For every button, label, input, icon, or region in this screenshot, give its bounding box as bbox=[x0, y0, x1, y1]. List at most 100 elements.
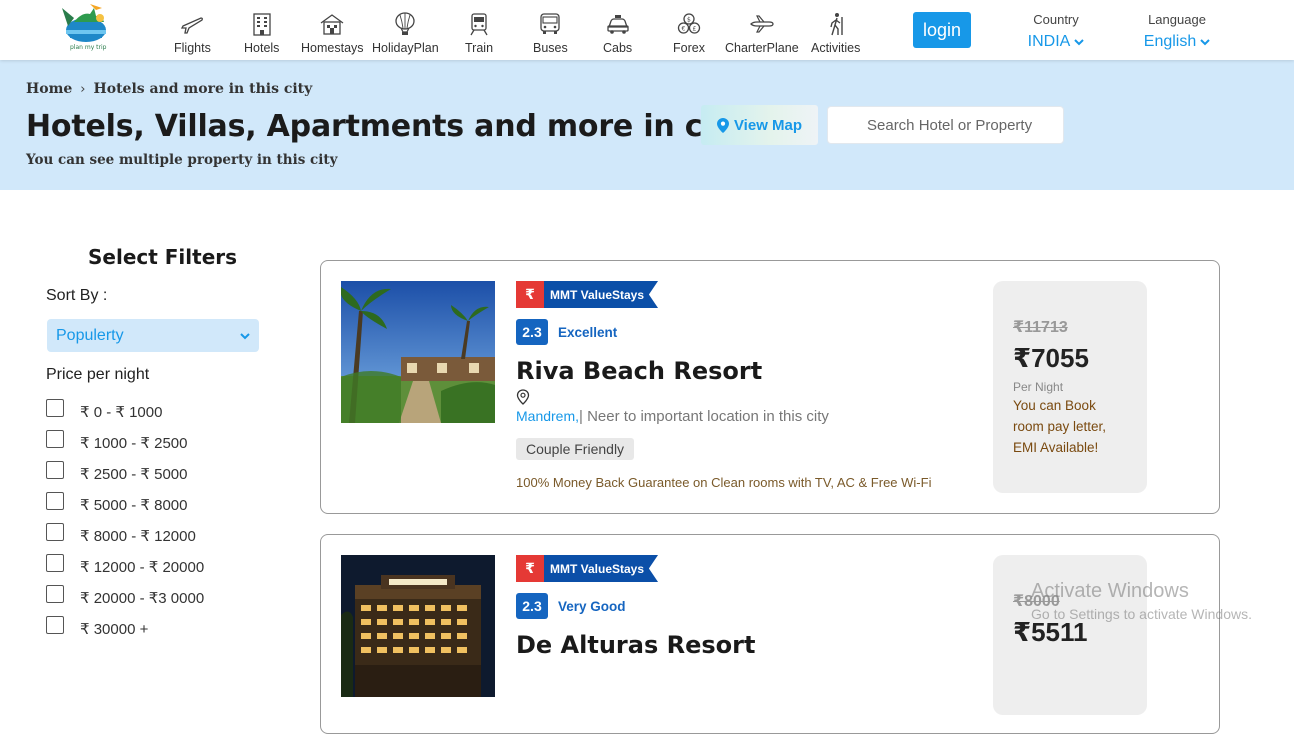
price-range-label: ₹ 20000 - ₹3 0000 bbox=[80, 590, 205, 607]
nav-label: Cabs bbox=[603, 41, 633, 55]
hiker-icon bbox=[829, 13, 843, 36]
plane-icon bbox=[181, 17, 204, 34]
view-map-label: View Map bbox=[733, 116, 803, 134]
rating-word: Excellent bbox=[558, 324, 618, 340]
nav-label: Activities bbox=[811, 41, 861, 55]
svg-text:£: £ bbox=[692, 26, 696, 33]
price-filter-row[interactable]: ₹ 20000 - ₹3 0000 bbox=[46, 585, 205, 607]
balloon-icon bbox=[395, 12, 416, 35]
price-panel: ₹11713 ₹7055 Per Night You can Book room… bbox=[993, 281, 1147, 493]
price-range-label: ₹ 2500 - ₹ 5000 bbox=[80, 466, 188, 483]
top-navbar: plan my trip Flights Hotels Homestays Ho… bbox=[0, 0, 1294, 60]
price-filter-row[interactable]: ₹ 0 - ₹ 1000 bbox=[46, 399, 163, 421]
country-caption: Country bbox=[1033, 12, 1079, 27]
price-range-label: ₹ 0 - ₹ 1000 bbox=[80, 404, 163, 421]
nav-train[interactable]: Train bbox=[465, 12, 493, 55]
page-subtitle: You can see multiple property in this ci… bbox=[26, 152, 338, 168]
nav-hotels[interactable]: Hotels bbox=[244, 12, 279, 55]
price-filter-row[interactable]: ₹ 2500 - ₹ 5000 bbox=[46, 461, 188, 483]
price-checkbox[interactable] bbox=[46, 523, 64, 541]
discounted-price: ₹5511 bbox=[1013, 617, 1088, 647]
original-price: ₹11713 bbox=[1013, 319, 1068, 336]
hotel-card[interactable]: ₹ MMT ValueStays 2.3 Very Good De Altura… bbox=[320, 534, 1220, 734]
nav-label: HolidayPlan bbox=[372, 41, 439, 55]
rating-score: 2.3 bbox=[516, 593, 548, 619]
price-range-label: ₹ 8000 - ₹ 12000 bbox=[80, 528, 196, 545]
nav-label: Hotels bbox=[244, 41, 280, 55]
original-price: ₹8000 bbox=[1013, 593, 1060, 610]
nav-holidayplan[interactable]: HolidayPlan bbox=[372, 12, 439, 55]
nav-label: CharterPlane bbox=[725, 41, 799, 55]
hotel-photo[interactable] bbox=[341, 281, 495, 423]
location-link[interactable]: Mandrem, bbox=[516, 408, 579, 424]
country-value-text: INDIA bbox=[1027, 33, 1071, 50]
rating-score: 2.3 bbox=[516, 319, 548, 345]
price-range-label: ₹ 30000 + bbox=[80, 621, 149, 638]
breadcrumb-separator: › bbox=[80, 81, 86, 97]
nav-charterplane[interactable]: CharterPlane bbox=[725, 12, 799, 55]
page-banner: Home › Hotels and more in this city Hote… bbox=[0, 60, 1294, 190]
rating-row: 2.3 Very Good bbox=[516, 593, 626, 619]
svg-text:$: $ bbox=[687, 17, 691, 24]
breadcrumb: Home › Hotels and more in this city bbox=[26, 81, 312, 97]
price-panel: ₹8000 ₹5511 bbox=[993, 555, 1147, 715]
language-selector[interactable]: Language English bbox=[1144, 12, 1210, 51]
search-input[interactable] bbox=[827, 106, 1064, 144]
nav-activities[interactable]: Activities bbox=[811, 12, 860, 55]
charter-plane-icon bbox=[749, 15, 774, 33]
hotel-card[interactable]: ₹ MMT ValueStays 2.3 Excellent Riva Beac… bbox=[320, 260, 1220, 514]
price-checkbox[interactable] bbox=[46, 616, 64, 634]
sort-select-value: Populerty bbox=[56, 326, 124, 344]
price-checkbox[interactable] bbox=[46, 492, 64, 510]
rating-word: Very Good bbox=[558, 598, 626, 614]
map-pin-icon bbox=[716, 117, 729, 133]
train-icon bbox=[470, 13, 488, 36]
price-checkbox[interactable] bbox=[46, 585, 64, 603]
price-checkbox[interactable] bbox=[46, 430, 64, 448]
hotel-name[interactable]: Riva Beach Resort bbox=[516, 357, 762, 385]
building-icon bbox=[253, 13, 271, 36]
hotel-photo[interactable] bbox=[341, 555, 495, 697]
sort-by-label: Sort By : bbox=[46, 287, 108, 304]
per-night-label: Per Night bbox=[1013, 380, 1064, 394]
nav-cabs[interactable]: Cabs bbox=[603, 12, 632, 55]
discounted-price: ₹7055 bbox=[1013, 343, 1089, 373]
nav-label: Buses bbox=[533, 41, 568, 55]
language-caption: Language bbox=[1148, 12, 1206, 27]
guarantee-text: 100% Money Back Guarantee on Clean rooms… bbox=[516, 475, 932, 490]
price-range-label: ₹ 12000 - ₹ 20000 bbox=[80, 559, 205, 576]
breadcrumb-home[interactable]: Home bbox=[26, 81, 72, 97]
price-checkbox[interactable] bbox=[46, 399, 64, 417]
emi-note: You can Book room pay letter, EMI Availa… bbox=[1013, 398, 1107, 455]
nav-label: Flights bbox=[174, 41, 211, 55]
filters-title: Select Filters bbox=[88, 245, 238, 269]
chevron-down-icon bbox=[240, 332, 250, 339]
login-button[interactable]: login bbox=[913, 12, 971, 48]
country-selector[interactable]: Country INDIA bbox=[1028, 12, 1085, 51]
couple-friendly-tag: Couple Friendly bbox=[516, 438, 635, 460]
price-filter-row[interactable]: ₹ 30000 + bbox=[46, 616, 149, 638]
country-value[interactable]: INDIA bbox=[1028, 33, 1085, 51]
price-checkbox[interactable] bbox=[46, 554, 64, 572]
price-filter-row[interactable]: ₹ 12000 - ₹ 20000 bbox=[46, 554, 205, 576]
badge-label: MMT ValueStays bbox=[544, 281, 659, 308]
language-value[interactable]: English bbox=[1144, 33, 1210, 51]
nav-flights[interactable]: Flights bbox=[174, 12, 211, 55]
house-icon bbox=[320, 14, 344, 35]
nav-forex[interactable]: $ € £ Forex bbox=[673, 12, 705, 55]
location-note: | Neer to important location in this cit… bbox=[579, 408, 829, 425]
price-range-label: ₹ 5000 - ₹ 8000 bbox=[80, 497, 188, 514]
price-filter-row[interactable]: ₹ 8000 - ₹ 12000 bbox=[46, 523, 196, 545]
price-checkbox[interactable] bbox=[46, 461, 64, 479]
nav-homestays[interactable]: Homestays bbox=[301, 12, 364, 55]
price-filter-row[interactable]: ₹ 1000 - ₹ 2500 bbox=[46, 430, 188, 452]
nav-buses[interactable]: Buses bbox=[533, 12, 568, 55]
hotel-name[interactable]: De Alturas Resort bbox=[516, 631, 755, 659]
view-map-button[interactable]: View Map bbox=[701, 105, 818, 145]
sort-select[interactable]: Populerty bbox=[47, 319, 259, 352]
price-filter-row[interactable]: ₹ 5000 - ₹ 8000 bbox=[46, 492, 188, 514]
logo-text: plan my trip bbox=[70, 44, 107, 51]
badge-label: MMT ValueStays bbox=[544, 555, 659, 582]
nav-label: Train bbox=[465, 41, 494, 55]
rupee-badge-icon: ₹ bbox=[516, 555, 544, 582]
